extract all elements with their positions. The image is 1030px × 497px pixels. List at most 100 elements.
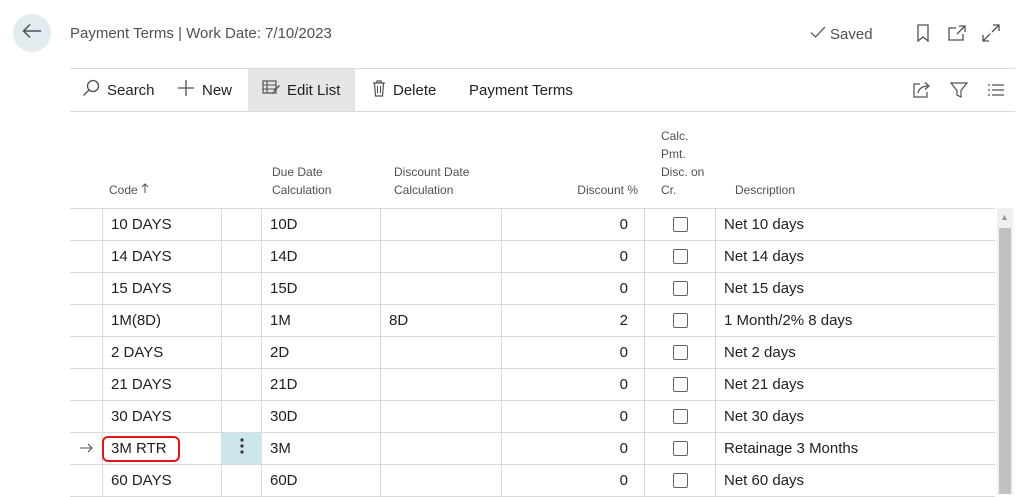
checkbox[interactable]	[672, 313, 688, 328]
discount-date-cell[interactable]	[380, 369, 501, 400]
column-header-code[interactable]: Code	[109, 181, 149, 199]
description-cell[interactable]: Retainage 3 Months	[715, 433, 995, 464]
code-cell[interactable]: 14 DAYS	[102, 241, 221, 272]
discount-date-cell[interactable]	[380, 401, 501, 432]
calc-pmt-disc-cell[interactable]	[644, 401, 715, 432]
discount-cell[interactable]: 2	[501, 305, 644, 336]
row-actions-cell[interactable]	[221, 209, 261, 240]
discount-date-cell[interactable]	[380, 337, 501, 368]
table-row[interactable]: 1M(8D) 1M 8D 2 1 Month/2% 8 days	[70, 305, 995, 337]
row-actions-cell[interactable]	[221, 401, 261, 432]
row-indicator[interactable]	[70, 305, 102, 336]
checkbox[interactable]	[672, 377, 688, 392]
row-indicator[interactable]	[70, 337, 102, 368]
discount-date-cell[interactable]	[380, 465, 501, 496]
open-new-window-icon[interactable]	[947, 22, 967, 44]
column-header-due-date-calculation[interactable]: Due Date Calculation	[272, 163, 331, 199]
code-cell[interactable]: 2 DAYS	[102, 337, 221, 368]
scrollbar-thumb[interactable]	[999, 228, 1011, 494]
column-header-calc-pmt-disc[interactable]: Calc. Pmt. Disc. on Cr.	[661, 127, 704, 199]
row-actions-cell[interactable]	[221, 369, 261, 400]
new-button[interactable]: New	[177, 69, 232, 111]
expand-icon[interactable]	[981, 22, 1001, 44]
bookmark-icon[interactable]	[913, 22, 933, 44]
share-icon[interactable]	[911, 79, 933, 101]
code-cell[interactable]: 10 DAYS	[102, 209, 221, 240]
payment-terms-menu[interactable]: Payment Terms	[469, 69, 573, 111]
checkbox[interactable]	[672, 409, 688, 424]
column-header-discount-date-calculation[interactable]: Discount Date Calculation	[394, 163, 469, 199]
description-cell[interactable]: Net 10 days	[715, 209, 995, 240]
vertical-scrollbar[interactable]: ▲	[997, 208, 1013, 494]
discount-cell[interactable]: 0	[501, 369, 644, 400]
discount-cell[interactable]: 0	[501, 465, 644, 496]
checkbox[interactable]	[672, 473, 688, 488]
description-cell[interactable]: Net 60 days	[715, 465, 995, 496]
row-actions-cell[interactable]	[221, 241, 261, 272]
description-cell[interactable]: Net 15 days	[715, 273, 995, 304]
due-date-cell[interactable]: 14D	[261, 241, 380, 272]
due-date-cell[interactable]: 60D	[261, 465, 380, 496]
description-cell[interactable]: Net 21 days	[715, 369, 995, 400]
table-row[interactable]: 60 DAYS 60D 0 Net 60 days	[70, 465, 995, 497]
due-date-cell[interactable]: 2D	[261, 337, 380, 368]
due-date-cell[interactable]: 10D	[261, 209, 380, 240]
table-row[interactable]: 14 DAYS 14D 0 Net 14 days	[70, 241, 995, 273]
description-cell[interactable]: Net 2 days	[715, 337, 995, 368]
calc-pmt-disc-cell[interactable]	[644, 337, 715, 368]
table-row[interactable]: 10 DAYS 10D 0 Net 10 days	[70, 208, 995, 241]
calc-pmt-disc-cell[interactable]	[644, 209, 715, 240]
delete-button[interactable]: Delete	[372, 69, 436, 111]
description-cell[interactable]: Net 14 days	[715, 241, 995, 272]
table-row[interactable]: 30 DAYS 30D 0 Net 30 days	[70, 401, 995, 433]
calc-pmt-disc-cell[interactable]	[644, 241, 715, 272]
column-header-description[interactable]: Description	[735, 181, 795, 199]
row-indicator[interactable]	[70, 433, 102, 464]
discount-date-cell[interactable]	[380, 241, 501, 272]
row-actions-cell[interactable]	[221, 465, 261, 496]
due-date-cell[interactable]: 15D	[261, 273, 380, 304]
row-actions-cell[interactable]	[221, 337, 261, 368]
discount-date-cell[interactable]	[380, 273, 501, 304]
checkbox[interactable]	[672, 217, 688, 232]
edit-list-button[interactable]: Edit List	[248, 69, 355, 111]
row-actions-menu-button[interactable]	[221, 433, 261, 464]
code-cell[interactable]: 15 DAYS	[102, 273, 221, 304]
checkbox[interactable]	[672, 345, 688, 360]
row-indicator[interactable]	[70, 209, 102, 240]
code-cell[interactable]: 60 DAYS	[102, 465, 221, 496]
checkbox[interactable]	[672, 441, 688, 456]
due-date-cell[interactable]: 30D	[261, 401, 380, 432]
scroll-up-arrow-icon[interactable]: ▲	[1000, 212, 1009, 222]
table-row[interactable]: 15 DAYS 15D 0 Net 15 days	[70, 273, 995, 305]
discount-cell[interactable]: 0	[501, 273, 644, 304]
discount-cell[interactable]: 0	[501, 209, 644, 240]
checkbox[interactable]	[672, 281, 688, 296]
discount-cell[interactable]: 0	[501, 433, 644, 464]
row-indicator[interactable]	[70, 241, 102, 272]
list-view-icon[interactable]	[985, 79, 1007, 101]
description-cell[interactable]: 1 Month/2% 8 days	[715, 305, 995, 336]
table-row[interactable]: 2 DAYS 2D 0 Net 2 days	[70, 337, 995, 369]
table-row[interactable]: 21 DAYS 21D 0 Net 21 days	[70, 369, 995, 401]
row-indicator[interactable]	[70, 369, 102, 400]
due-date-cell[interactable]: 1M	[261, 305, 380, 336]
table-row-selected[interactable]: 3M RTR 3M 0 Retainage 3 Months	[70, 433, 995, 465]
code-cell[interactable]: 30 DAYS	[102, 401, 221, 432]
column-header-discount-percent[interactable]: Discount %	[502, 181, 638, 199]
discount-date-cell[interactable]: 8D	[380, 305, 501, 336]
calc-pmt-disc-cell[interactable]	[644, 465, 715, 496]
checkbox[interactable]	[672, 249, 688, 264]
discount-cell[interactable]: 0	[501, 401, 644, 432]
description-cell[interactable]: Net 30 days	[715, 401, 995, 432]
discount-date-cell[interactable]	[380, 433, 501, 464]
discount-cell[interactable]: 0	[501, 337, 644, 368]
calc-pmt-disc-cell[interactable]	[644, 305, 715, 336]
due-date-cell[interactable]: 21D	[261, 369, 380, 400]
due-date-cell[interactable]: 3M	[261, 433, 380, 464]
code-cell[interactable]: 1M(8D)	[102, 305, 221, 336]
row-actions-cell[interactable]	[221, 273, 261, 304]
filter-icon[interactable]	[948, 79, 970, 101]
row-indicator[interactable]	[70, 465, 102, 496]
calc-pmt-disc-cell[interactable]	[644, 273, 715, 304]
